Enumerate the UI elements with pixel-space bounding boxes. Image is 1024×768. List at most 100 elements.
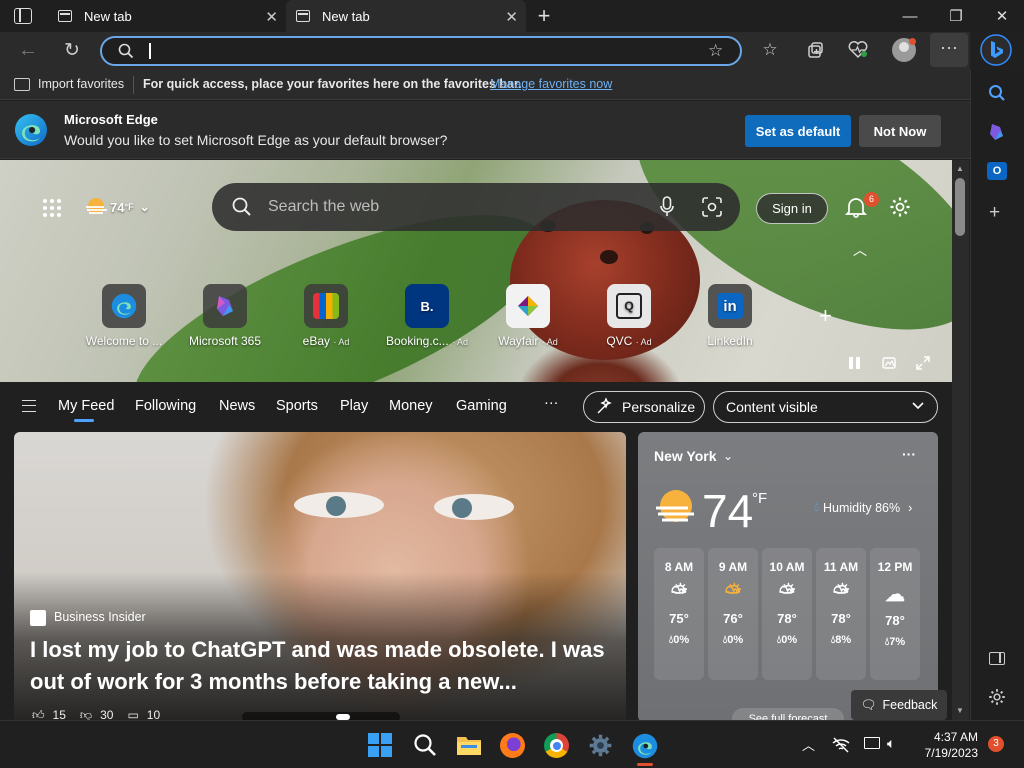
taskbar-search-icon[interactable] [413,733,437,762]
prompt-app-name: Microsoft Edge [64,112,158,127]
hourly-forecast-9am[interactable]: 9 AM ⛅︎ 76° 💧︎0% [708,548,758,680]
manage-favorites-link[interactable]: Manage favorites now [490,77,612,91]
tab-my-feed[interactable]: My Feed [58,398,114,414]
browser-essentials-icon[interactable] [846,38,870,62]
partly-cloudy-icon: ⛅︎ [833,582,849,604]
weather-widget[interactable]: 74 °F ⌄ [84,196,150,218]
quick-link-wayfair[interactable]: Wayfair · Ad [483,284,573,348]
refresh-button[interactable]: ↻ [60,38,84,62]
add-shortcut-icon[interactable]: + [819,303,832,329]
quick-link-label: eBay [302,334,330,348]
volume-icon[interactable]: 🔈︎ [887,735,895,752]
show-hidden-icons-chevron-icon[interactable]: ︿ [802,735,815,754]
firefox-icon[interactable] [500,733,525,758]
hourly-forecast-12pm[interactable]: 12 PM ☁︎ 78° 💧︎7% [870,548,920,680]
personalize-button[interactable]: Personalize [583,391,705,423]
content-visibility-dropdown[interactable]: Content visible [713,391,938,423]
hour-precip: 8% [835,634,852,646]
back-button[interactable]: ← [16,38,40,62]
display-icon[interactable] [864,737,880,749]
quick-link-booking[interactable]: B. Booking.c... · Ad [382,284,472,348]
settings-and-more-button[interactable]: ··· [930,33,968,67]
network-disconnected-icon[interactable] [832,737,850,758]
feedback-button[interactable]: 🗨︎ Feedback [851,690,947,720]
apps-grid-icon[interactable] [42,198,62,218]
chrome-icon[interactable] [544,733,569,758]
tab-play[interactable]: Play [340,398,368,414]
profile-avatar[interactable] [892,38,916,62]
hour-time: 10 AM [769,560,805,574]
minimize-button[interactable]: — [887,0,933,32]
tab-1[interactable]: New tab ✕ [48,0,286,32]
hourly-forecast-10am[interactable]: 10 AM ⛅︎ 78° 💧︎0% [762,548,812,680]
tab-2-active[interactable]: New tab ✕ [286,0,526,32]
sidebar-outlook-icon[interactable]: O [987,162,1007,180]
hourly-forecast-8am[interactable]: 8 AM ⛅︎ 75° 💧︎0% [654,548,704,680]
hour-temp: 78° [885,613,905,628]
default-browser-prompt: Microsoft Edge Would you like to set Mic… [0,101,970,159]
menu-hamburger-icon[interactable] [22,400,36,412]
edit-background-icon[interactable] [882,356,896,375]
more-tabs-button[interactable]: ··· [544,395,559,411]
restore-button[interactable]: ❐ [933,0,979,32]
sidebar-copilot-icon[interactable] [987,122,1007,147]
quick-link-microsoft-365[interactable]: Microsoft 365 [180,284,270,348]
tab-gaming[interactable]: Gaming [456,398,507,414]
sidebar-settings-gear-icon[interactable] [988,688,1006,711]
chevron-down-icon: ⌄ [139,200,150,214]
new-tab-button[interactable]: + [534,3,554,29]
weather-more-options-icon[interactable]: ··· [902,446,916,462]
bing-chat-button[interactable] [980,34,1012,66]
address-bar[interactable]: ☆ [100,36,742,66]
news-article-card[interactable]: Business Insider I lost my job to ChatGP… [14,432,626,722]
new-tab-page-icon [296,10,310,22]
ad-label: · Ad [452,337,469,347]
quick-link-welcome[interactable]: Welcome to ... [79,284,169,348]
tab-sports[interactable]: Sports [276,398,318,414]
expand-icon[interactable] [916,356,930,375]
page-scrollbar[interactable]: ▲ ▼ [952,160,969,720]
sign-in-button[interactable]: Sign in [756,193,828,224]
business-insider-logo [30,610,46,626]
favorites-bar: Import favorites For quick access, place… [0,70,970,100]
article-headline[interactable]: I lost my job to ChatGPT and was made ob… [30,634,610,698]
clock-time: 4:37 AM [933,730,978,744]
favorites-icon[interactable]: ☆ [758,38,782,62]
edge-taskbar-icon[interactable] [632,733,658,764]
web-search-box[interactable]: Search the web [212,183,740,231]
chevron-down-icon[interactable]: ⌄ [723,449,733,463]
sidebar-search-icon[interactable] [988,84,1006,107]
settings-app-icon[interactable] [588,733,613,763]
quick-link-qvc[interactable]: Q QVC · Ad [584,284,674,348]
pause-background-icon[interactable] [849,357,860,369]
not-now-button[interactable]: Not Now [859,115,941,147]
hide-sidebar-icon[interactable] [989,652,1005,665]
tab-actions-icon[interactable] [14,8,32,24]
quick-link-ebay[interactable]: eBay · Ad [281,284,371,348]
tab-news[interactable]: News [219,398,255,414]
quick-link-linkedin[interactable]: in LinkedIn [685,284,775,348]
scrollbar-thumb[interactable] [955,178,965,236]
weather-city[interactable]: New York [654,448,717,464]
collapse-chevron-up-icon[interactable]: ︿ [853,240,867,260]
notification-center-badge[interactable]: 3 [988,736,1004,752]
add-favorite-star-icon[interactable]: ☆ [708,41,723,61]
windows-start-icon[interactable] [368,733,392,757]
page-settings-gear-icon[interactable] [889,196,911,223]
quick-link-label: LinkedIn [707,334,753,348]
close-tab-icon[interactable]: ✕ [505,8,518,26]
file-explorer-icon[interactable] [456,733,482,762]
sidebar-add-icon[interactable]: + [989,202,1000,224]
humidity-link[interactable]: 💧︎ Humidity 86% › [814,500,912,515]
tab-following[interactable]: Following [135,398,196,414]
tab-money[interactable]: Money [389,398,433,414]
close-tab-icon[interactable]: ✕ [265,8,278,26]
microphone-icon[interactable] [660,196,674,223]
close-window-button[interactable]: ✕ [979,0,1024,32]
hourly-forecast-11am[interactable]: 11 AM ⛅︎ 78° 💧︎8% [816,548,866,680]
import-favorites-link[interactable]: Import favorites [38,77,124,91]
clock[interactable]: 4:37 AM 7/19/2023 [920,729,978,761]
collections-icon[interactable] [803,38,827,62]
set-as-default-button[interactable]: Set as default [745,115,851,147]
visual-search-icon[interactable] [702,197,722,222]
